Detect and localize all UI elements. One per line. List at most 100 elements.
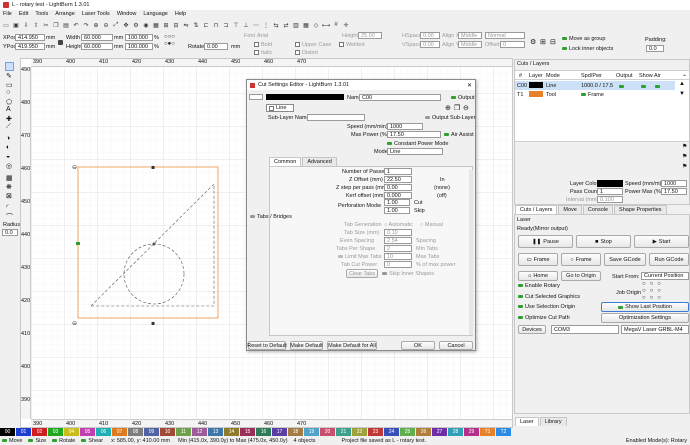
import-icon[interactable]: ⇩ <box>22 21 30 29</box>
font-value[interactable]: Arial <box>257 33 268 39</box>
name-input[interactable]: C00 <box>359 94 441 101</box>
z-offset-input[interactable]: 22.50 <box>384 176 412 183</box>
palette-swatch[interactable]: 09 <box>144 428 159 436</box>
start-from-select[interactable]: Current Position <box>641 272 689 280</box>
tabs-bridges-toggle[interactable]: Tabs / Bridges <box>250 214 292 220</box>
array-icon[interactable]: ▦ <box>302 21 310 29</box>
align-left-icon[interactable]: ⊏ <box>202 21 210 29</box>
palette-swatch[interactable]: 14 <box>224 428 239 436</box>
measure-tool-icon[interactable]: ⟋ <box>6 123 11 131</box>
nudge-icon[interactable]: ⇄ <box>282 21 290 29</box>
tabgen-manual-radio[interactable]: ○ Manual <box>420 222 443 228</box>
group-icon[interactable]: ⊞ <box>162 21 170 29</box>
ellipse-tool-icon[interactable]: ○ <box>6 89 10 96</box>
offset-tools-icon[interactable]: ⊟ <box>550 38 556 46</box>
tab-advanced[interactable]: Advanced <box>302 157 337 166</box>
palette-swatch[interactable]: 21 <box>336 428 351 436</box>
layers-scroll-icon[interactable]: ⌃ <box>682 74 687 81</box>
move-icon[interactable]: ✥ <box>122 21 130 29</box>
palette-swatch[interactable]: 20 <box>320 428 335 436</box>
power-max-input[interactable]: 17.50 <box>661 188 687 195</box>
ypos-input[interactable]: 419.950 <box>15 43 45 50</box>
copy-sublayer-icon[interactable]: ❐ <box>454 104 460 112</box>
max-power-input[interactable]: 17.50 <box>387 131 441 138</box>
move-layer-up-icon[interactable]: ▲ <box>679 81 685 87</box>
tab-common[interactable]: Common <box>269 157 302 166</box>
limit-max-input[interactable]: 10 <box>384 253 412 260</box>
mode-select[interactable]: Line <box>387 148 443 155</box>
vspace-input[interactable]: 0.00 <box>420 41 440 48</box>
kerf-input[interactable]: 0.000 <box>384 192 412 199</box>
offset-shapes-icon[interactable]: ◎ <box>6 162 12 170</box>
rotate-input[interactable]: 0.00 <box>204 43 228 50</box>
palette-swatch[interactable]: 13 <box>208 428 223 436</box>
palette-swatch[interactable]: 04 <box>64 428 79 436</box>
bold-checkbox[interactable]: Bold <box>254 42 272 48</box>
measure-icon[interactable]: ⟷ <box>322 21 331 29</box>
origin-icon[interactable]: ✛ <box>342 21 350 29</box>
show-last-position-button[interactable]: Show Last Position <box>601 302 689 312</box>
cancel-button[interactable]: Cancel <box>439 341 473 350</box>
open-file-icon[interactable]: ▭ <box>2 21 10 29</box>
settings-cog-icon[interactable]: ⚙ <box>530 38 536 46</box>
menu-language[interactable]: Language <box>143 11 167 19</box>
dialog-scrollbar[interactable] <box>469 170 473 335</box>
palette-swatch[interactable]: 10 <box>160 428 175 436</box>
palette-swatch[interactable]: 02 <box>32 428 47 436</box>
copy-icon[interactable]: ❐ <box>52 21 60 29</box>
break-apart-icon[interactable]: ⊠ <box>6 192 12 200</box>
run-gcode-button[interactable]: Run GCode <box>649 253 689 266</box>
menu-tools[interactable]: Tools <box>35 11 48 19</box>
cut-icon[interactable]: ✂ <box>42 21 50 29</box>
perforation-toggle[interactable] <box>376 203 383 209</box>
palette-swatch[interactable]: 23 <box>368 428 383 436</box>
tab-library[interactable]: Library <box>539 417 567 426</box>
palette-swatch[interactable]: 28 <box>448 428 463 436</box>
even-spacing-input[interactable]: 2.54 <box>384 237 412 244</box>
tab-laser[interactable]: Laser <box>515 417 539 426</box>
align-center-icon[interactable]: ⊓ <box>212 21 220 29</box>
palette-swatch[interactable]: 19 <box>304 428 319 436</box>
save-gcode-button[interactable]: Save GCode <box>604 253 646 266</box>
rectangle-tool-icon[interactable]: ▭ <box>6 81 13 89</box>
scale-height-input[interactable]: 100.000 <box>125 43 153 50</box>
export-icon[interactable]: ⇧ <box>32 21 40 29</box>
position-laser-icon[interactable]: ✚ <box>6 115 12 123</box>
palette-swatch[interactable]: 01 <box>16 428 31 436</box>
lock-icon[interactable] <box>58 40 63 45</box>
xpos-input[interactable]: 414.950 <box>15 34 45 41</box>
select-tool-icon[interactable] <box>5 62 14 71</box>
convert-to-path-icon[interactable]: ⌒ <box>6 212 13 222</box>
padding-input[interactable]: 0.0 <box>646 45 664 52</box>
z-step-input[interactable]: 0.00 <box>384 184 412 191</box>
pause-button[interactable]: ❚❚ Pause <box>518 235 573 248</box>
grid-icon[interactable]: # <box>332 21 340 29</box>
align-x-select[interactable]: Middle <box>458 32 482 39</box>
tab-move[interactable]: Move <box>558 205 582 214</box>
tab-cut-power-input[interactable]: 0 <box>384 261 412 268</box>
palette-swatch[interactable]: 22 <box>352 428 367 436</box>
use-selection-origin-toggle[interactable]: Use Selection Origin <box>518 304 575 310</box>
zoom-out-icon[interactable]: ⊖ <box>102 21 110 29</box>
text-tool-icon[interactable]: A <box>6 106 11 113</box>
tab-console[interactable]: Console <box>582 205 614 214</box>
job-origin-grid[interactable]: ○○○ ○○○ ○○○ <box>642 281 687 303</box>
pass-count-input[interactable]: 1 <box>597 188 623 195</box>
radius-input[interactable]: 0.0 <box>2 229 18 236</box>
skip-inner-toggle[interactable]: Skip Inner Shapes <box>382 271 434 277</box>
palette-swatch[interactable]: 11 <box>176 428 191 436</box>
tab-size-input[interactable]: 0.10 <box>384 229 412 236</box>
palette-swatch[interactable]: 08 <box>128 428 143 436</box>
node-icon[interactable]: ◇ <box>312 21 320 29</box>
menu-help[interactable]: Help <box>175 11 186 19</box>
trace-image-icon[interactable]: ▦ <box>152 21 160 29</box>
italic-checkbox[interactable]: Italic <box>254 50 272 56</box>
boolean-union-icon[interactable]: ◑ <box>6 135 10 142</box>
redo-icon[interactable]: ↷ <box>82 21 90 29</box>
ungroup-icon[interactable]: ⊟ <box>172 21 180 29</box>
grid-array-icon[interactable]: ▦ <box>6 174 13 182</box>
limit-max-toggle[interactable]: Limit Max Tabs <box>338 254 382 260</box>
settings-gear-icon[interactable]: ⚙ <box>132 21 140 29</box>
menu-arrange[interactable]: Arrange <box>55 11 75 19</box>
home-button[interactable]: ⌂ Home <box>518 271 558 281</box>
